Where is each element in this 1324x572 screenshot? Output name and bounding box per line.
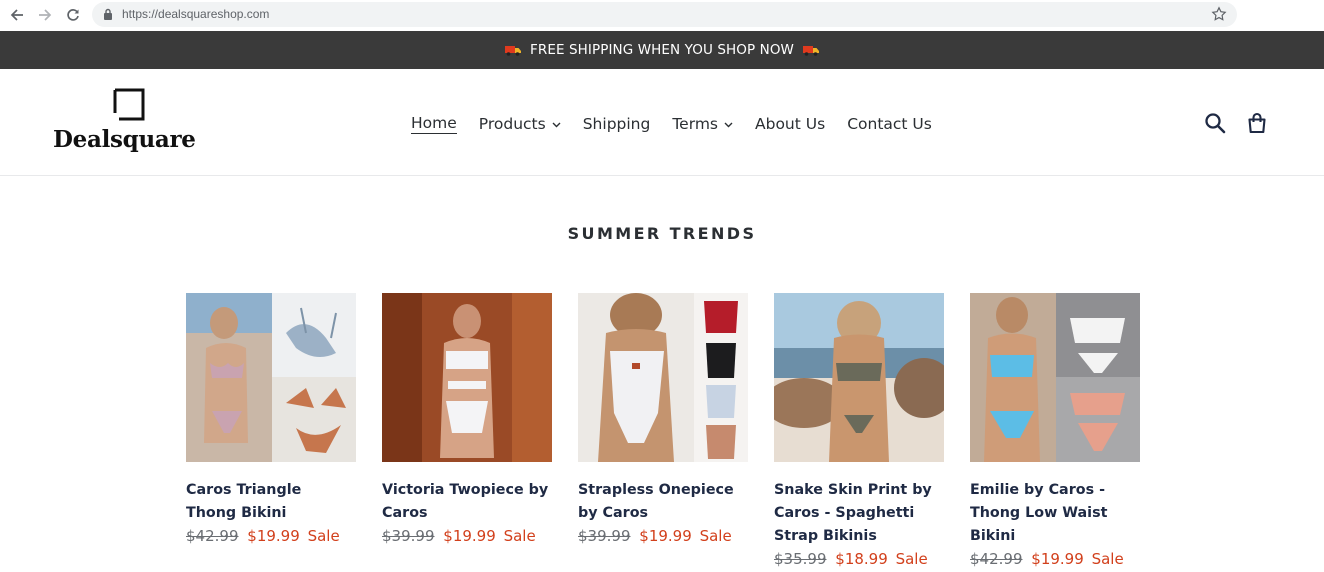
sale-price: $19.99 xyxy=(1031,550,1084,568)
nav-item-products[interactable]: Products xyxy=(468,115,572,133)
nav-label: About Us xyxy=(755,115,826,133)
star-icon[interactable] xyxy=(1211,6,1227,22)
product-image[interactable] xyxy=(186,293,356,462)
forward-arrow-icon[interactable] xyxy=(35,5,55,25)
product-title[interactable]: Emilie by Caros - Thong Low Waist Bikini xyxy=(970,479,1140,548)
sale-label: Sale xyxy=(699,527,732,545)
product-title[interactable]: Snake Skin Print by Caros - Spaghetti St… xyxy=(774,479,944,548)
logo-text: Dealsquare xyxy=(53,126,196,153)
product-card[interactable]: Caros Triangle Thong Bikini $42.99 $19.9… xyxy=(186,293,356,548)
product-title[interactable]: Caros Triangle Thong Bikini xyxy=(186,479,356,525)
reload-icon[interactable] xyxy=(63,5,83,25)
cart-icon[interactable] xyxy=(1246,112,1268,134)
product-card[interactable]: Strapless Onepiece by Caros $39.99 $19.9… xyxy=(578,293,748,548)
sale-price: $19.99 xyxy=(247,527,300,545)
product-image[interactable] xyxy=(578,293,748,462)
announcement-bar: FREE SHIPPING WHEN YOU SHOP NOW xyxy=(0,31,1324,69)
back-arrow-icon[interactable] xyxy=(7,5,27,25)
sale-price: $19.99 xyxy=(443,527,496,545)
nav-label: Products xyxy=(478,115,546,133)
product-title[interactable]: Victoria Twopiece by Caros xyxy=(382,479,552,525)
product-title[interactable]: Strapless Onepiece by Caros xyxy=(578,479,748,525)
chevron-down-icon xyxy=(724,122,733,128)
url-text[interactable]: https://dealsquareshop.com xyxy=(122,7,269,21)
product-card[interactable]: Snake Skin Print by Caros - Spaghetti St… xyxy=(774,293,944,571)
nav-label: Home xyxy=(411,114,457,134)
nav-item-home[interactable]: Home xyxy=(400,114,468,134)
product-image[interactable] xyxy=(774,293,944,462)
compare-price: $39.99 xyxy=(578,527,631,545)
compare-price: $39.99 xyxy=(382,527,435,545)
product-card[interactable]: Emilie by Caros - Thong Low Waist Bikini… xyxy=(970,293,1140,571)
nav-item-terms[interactable]: Terms xyxy=(661,115,744,133)
product-price: $39.99 $19.99 Sale xyxy=(382,525,552,548)
nav-item-shipping[interactable]: Shipping xyxy=(572,115,662,133)
sale-price: $19.99 xyxy=(639,527,692,545)
truck-icon xyxy=(803,46,819,56)
compare-price: $42.99 xyxy=(970,550,1023,568)
section-title: SUMMER TRENDS xyxy=(567,224,757,243)
compare-price: $42.99 xyxy=(186,527,239,545)
logo-square-mark xyxy=(113,88,145,121)
product-card[interactable]: Victoria Twopiece by Caros $39.99 $19.99… xyxy=(382,293,552,548)
browser-toolbar: https://dealsquareshop.com xyxy=(0,0,1324,30)
compare-price: $35.99 xyxy=(774,550,827,568)
lock-icon xyxy=(104,8,112,20)
sale-label: Sale xyxy=(895,550,928,568)
nav-label: Contact Us xyxy=(847,115,932,133)
site-header: Dealsquare Home Products Shipping Terms … xyxy=(0,69,1324,176)
header-icons xyxy=(1204,112,1268,134)
announcement-text: FREE SHIPPING WHEN YOU SHOP NOW xyxy=(530,42,794,58)
sale-label: Sale xyxy=(1091,550,1124,568)
address-bar[interactable]: https://dealsquareshop.com xyxy=(92,2,1237,27)
nav-item-about-us[interactable]: About Us xyxy=(744,115,836,133)
logo[interactable]: Dealsquare xyxy=(52,85,212,163)
product-price: $39.99 $19.99 Sale xyxy=(578,525,748,548)
product-image[interactable] xyxy=(382,293,552,462)
product-price: $42.99 $19.99 Sale xyxy=(186,525,356,548)
product-price: $35.99 $18.99 Sale xyxy=(774,548,944,571)
product-image[interactable] xyxy=(970,293,1140,462)
product-price: $42.99 $19.99 Sale xyxy=(970,548,1140,571)
truck-icon xyxy=(505,46,521,56)
search-icon[interactable] xyxy=(1204,112,1226,134)
nav-label: Shipping xyxy=(582,115,651,133)
sale-label: Sale xyxy=(307,527,340,545)
sale-label: Sale xyxy=(503,527,536,545)
nav-label: Terms xyxy=(672,115,718,133)
nav-item-contact-us[interactable]: Contact Us xyxy=(836,115,943,133)
main-nav: Home Products Shipping Terms About Us Co… xyxy=(400,112,943,136)
sale-price: $18.99 xyxy=(835,550,888,568)
chevron-down-icon xyxy=(552,122,561,128)
